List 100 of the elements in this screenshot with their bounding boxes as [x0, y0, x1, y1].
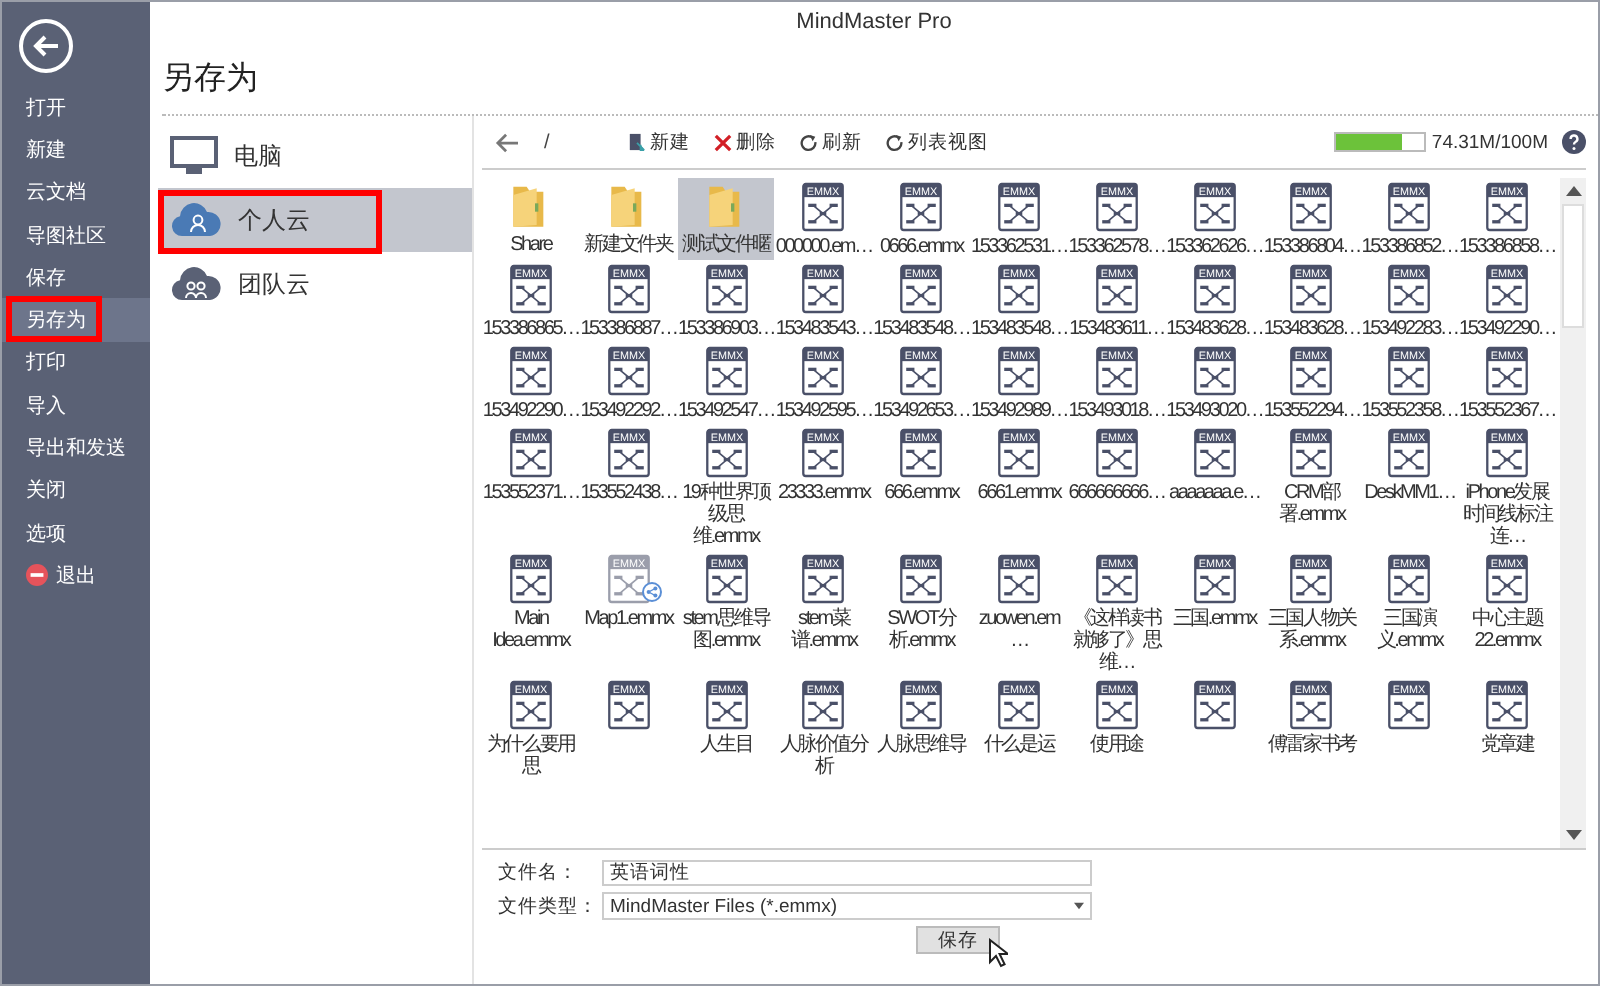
sidebar-item-label: 导出和发送: [26, 435, 126, 463]
sidebar-item-label: 保存: [26, 265, 66, 292]
sidebar-item[interactable]: 选项: [2, 511, 150, 555]
scroll-thumb[interactable]: [1562, 204, 1584, 328]
file-name: Share: [508, 234, 555, 256]
file-item[interactable]: 测试文件暱: [677, 178, 775, 260]
file-name: stem菜谱.emmx: [788, 608, 860, 652]
location-item[interactable]: 个人云: [158, 188, 472, 252]
sidebar-item[interactable]: 导出和发送: [2, 426, 150, 470]
file-name: 666.emmx: [882, 482, 962, 504]
file-name: 153552371…: [482, 482, 580, 504]
file-name: 153362626…: [1165, 236, 1264, 258]
file-name: 153552438…: [579, 482, 678, 504]
file-name: 三国演义.emmx: [1374, 608, 1446, 652]
file-name: 《这样读书就够了》思维…: [1070, 608, 1164, 674]
storage-reading: 74.31M/100M: [1431, 131, 1548, 153]
file-name: 人生目: [697, 734, 755, 756]
save-button[interactable]: 保存: [916, 926, 1000, 954]
file-type-label: 文件类型：: [498, 893, 600, 919]
cursor-icon: [988, 938, 1008, 968]
page-title: 另存为: [162, 59, 258, 99]
no-entry-icon: [26, 564, 48, 587]
file-name: 153386852…: [1360, 236, 1459, 258]
sidebar-item-label: 打开: [26, 95, 66, 122]
sidebar-item-label: 导入: [26, 393, 66, 420]
file-name: 153492283…: [1360, 318, 1459, 340]
toolbar-button[interactable]: 刷新: [796, 129, 866, 155]
file-name: 153492989…: [970, 400, 1068, 422]
file-name: 153492292…: [579, 400, 678, 422]
file-name: 153362578…: [1067, 236, 1166, 258]
sidebar-item[interactable]: 新建: [2, 128, 150, 172]
file-type-dropdown[interactable]: MindMaster Files (*.emmx): [602, 892, 1092, 920]
file-name: DeskMM1…: [1362, 482, 1457, 504]
sidebar-item-label: 退出: [56, 563, 96, 590]
file-name: 傅雷家书考: [1265, 734, 1359, 756]
sidebar-item[interactable]: 另存为: [2, 298, 150, 342]
file-name: 使用途: [1088, 734, 1146, 756]
scrollbar[interactable]: [1560, 178, 1586, 848]
file-name: 153492595…: [774, 400, 873, 422]
file-name: 153483628…: [1263, 318, 1361, 340]
file-name: Main Idea.emmx: [490, 608, 573, 652]
file-name: 153492290…: [1458, 318, 1556, 340]
toolbar-button[interactable]: 新建: [624, 129, 694, 155]
sidebar-item[interactable]: 保存: [2, 256, 150, 299]
file-name: 153386858…: [1458, 236, 1556, 258]
file-name: 党章建: [1478, 734, 1537, 756]
file-item[interactable]: Share: [482, 178, 580, 260]
sidebar-item[interactable]: 打开: [2, 86, 150, 129]
file-name: 153493018…: [1067, 400, 1166, 422]
sidebar-item[interactable]: 云文档: [2, 171, 150, 214]
toolbar-button[interactable]: 删除: [710, 129, 780, 155]
refresh-icon: [886, 133, 904, 151]
sidebar-item-label: 选项: [26, 521, 66, 548]
file-name: 人脉价值分析: [777, 734, 871, 778]
scroll-up-icon[interactable]: [1565, 184, 1581, 196]
location-item[interactable]: 团队云: [158, 252, 472, 316]
file-name: 666666666…: [1067, 482, 1166, 504]
file-name: 153386804…: [1263, 236, 1361, 258]
toolbar-button[interactable]: 列表视图: [882, 129, 992, 155]
sidebar-item[interactable]: 打印: [2, 341, 150, 385]
monitor-icon: [170, 136, 218, 176]
sidebar-item[interactable]: 退出: [2, 554, 150, 598]
location-label: 电脑: [234, 139, 282, 173]
sidebar-item[interactable]: 导图社区: [2, 213, 150, 257]
file-name: 153483548…: [970, 318, 1068, 340]
file-name: 153552294…: [1263, 400, 1361, 422]
sidebar-item[interactable]: 关闭: [2, 469, 150, 512]
file-name: 000000.em…: [774, 236, 873, 258]
scroll-down-icon[interactable]: [1565, 830, 1581, 842]
file-name-label: 文件名：: [498, 860, 580, 886]
document-icon: [628, 132, 646, 152]
file-name: CRM部署.emmx: [1277, 482, 1348, 526]
file-name: stem思维导图.emmx: [680, 608, 773, 652]
sidebar-item-label: 云文档: [26, 179, 86, 207]
back-arrow-icon[interactable]: [494, 131, 520, 153]
location-item[interactable]: 电脑: [158, 124, 472, 188]
file-name: 153492547…: [677, 400, 775, 422]
file-name: 153492653…: [872, 400, 971, 422]
sidebar-item[interactable]: 导入: [2, 384, 150, 427]
help-icon[interactable]: [1562, 130, 1586, 154]
file-name-field[interactable]: 英语词性: [602, 860, 1092, 886]
file-name: aaaaaaa.e…: [1166, 482, 1262, 504]
file-name: 三国.emmx: [1170, 608, 1259, 630]
file-name: 什么是运: [981, 734, 1058, 756]
file-name: 153483628…: [1165, 318, 1264, 340]
file-name: 人脉思维导: [875, 734, 969, 756]
file-item[interactable]: 新建文件夹: [579, 178, 678, 260]
file-name: 153386865…: [482, 318, 580, 340]
file-name: 153493020…: [1165, 400, 1264, 422]
file-name: 153386903…: [677, 318, 775, 340]
storage-meter: [1333, 132, 1426, 152]
file-name: 153552367…: [1458, 400, 1556, 422]
file-name: 新建文件夹: [582, 234, 676, 256]
file-name: 153492290…: [482, 400, 580, 422]
caret-icon: [1074, 902, 1084, 910]
file-name: SWOT分析.emmx: [885, 608, 959, 652]
file-name: 19种世界顶级思维.emmx: [680, 482, 773, 548]
folder-path: /: [544, 131, 552, 153]
sidebar-item-label: 新建: [26, 137, 66, 164]
sidebar-item-label: 导图社区: [26, 223, 106, 250]
